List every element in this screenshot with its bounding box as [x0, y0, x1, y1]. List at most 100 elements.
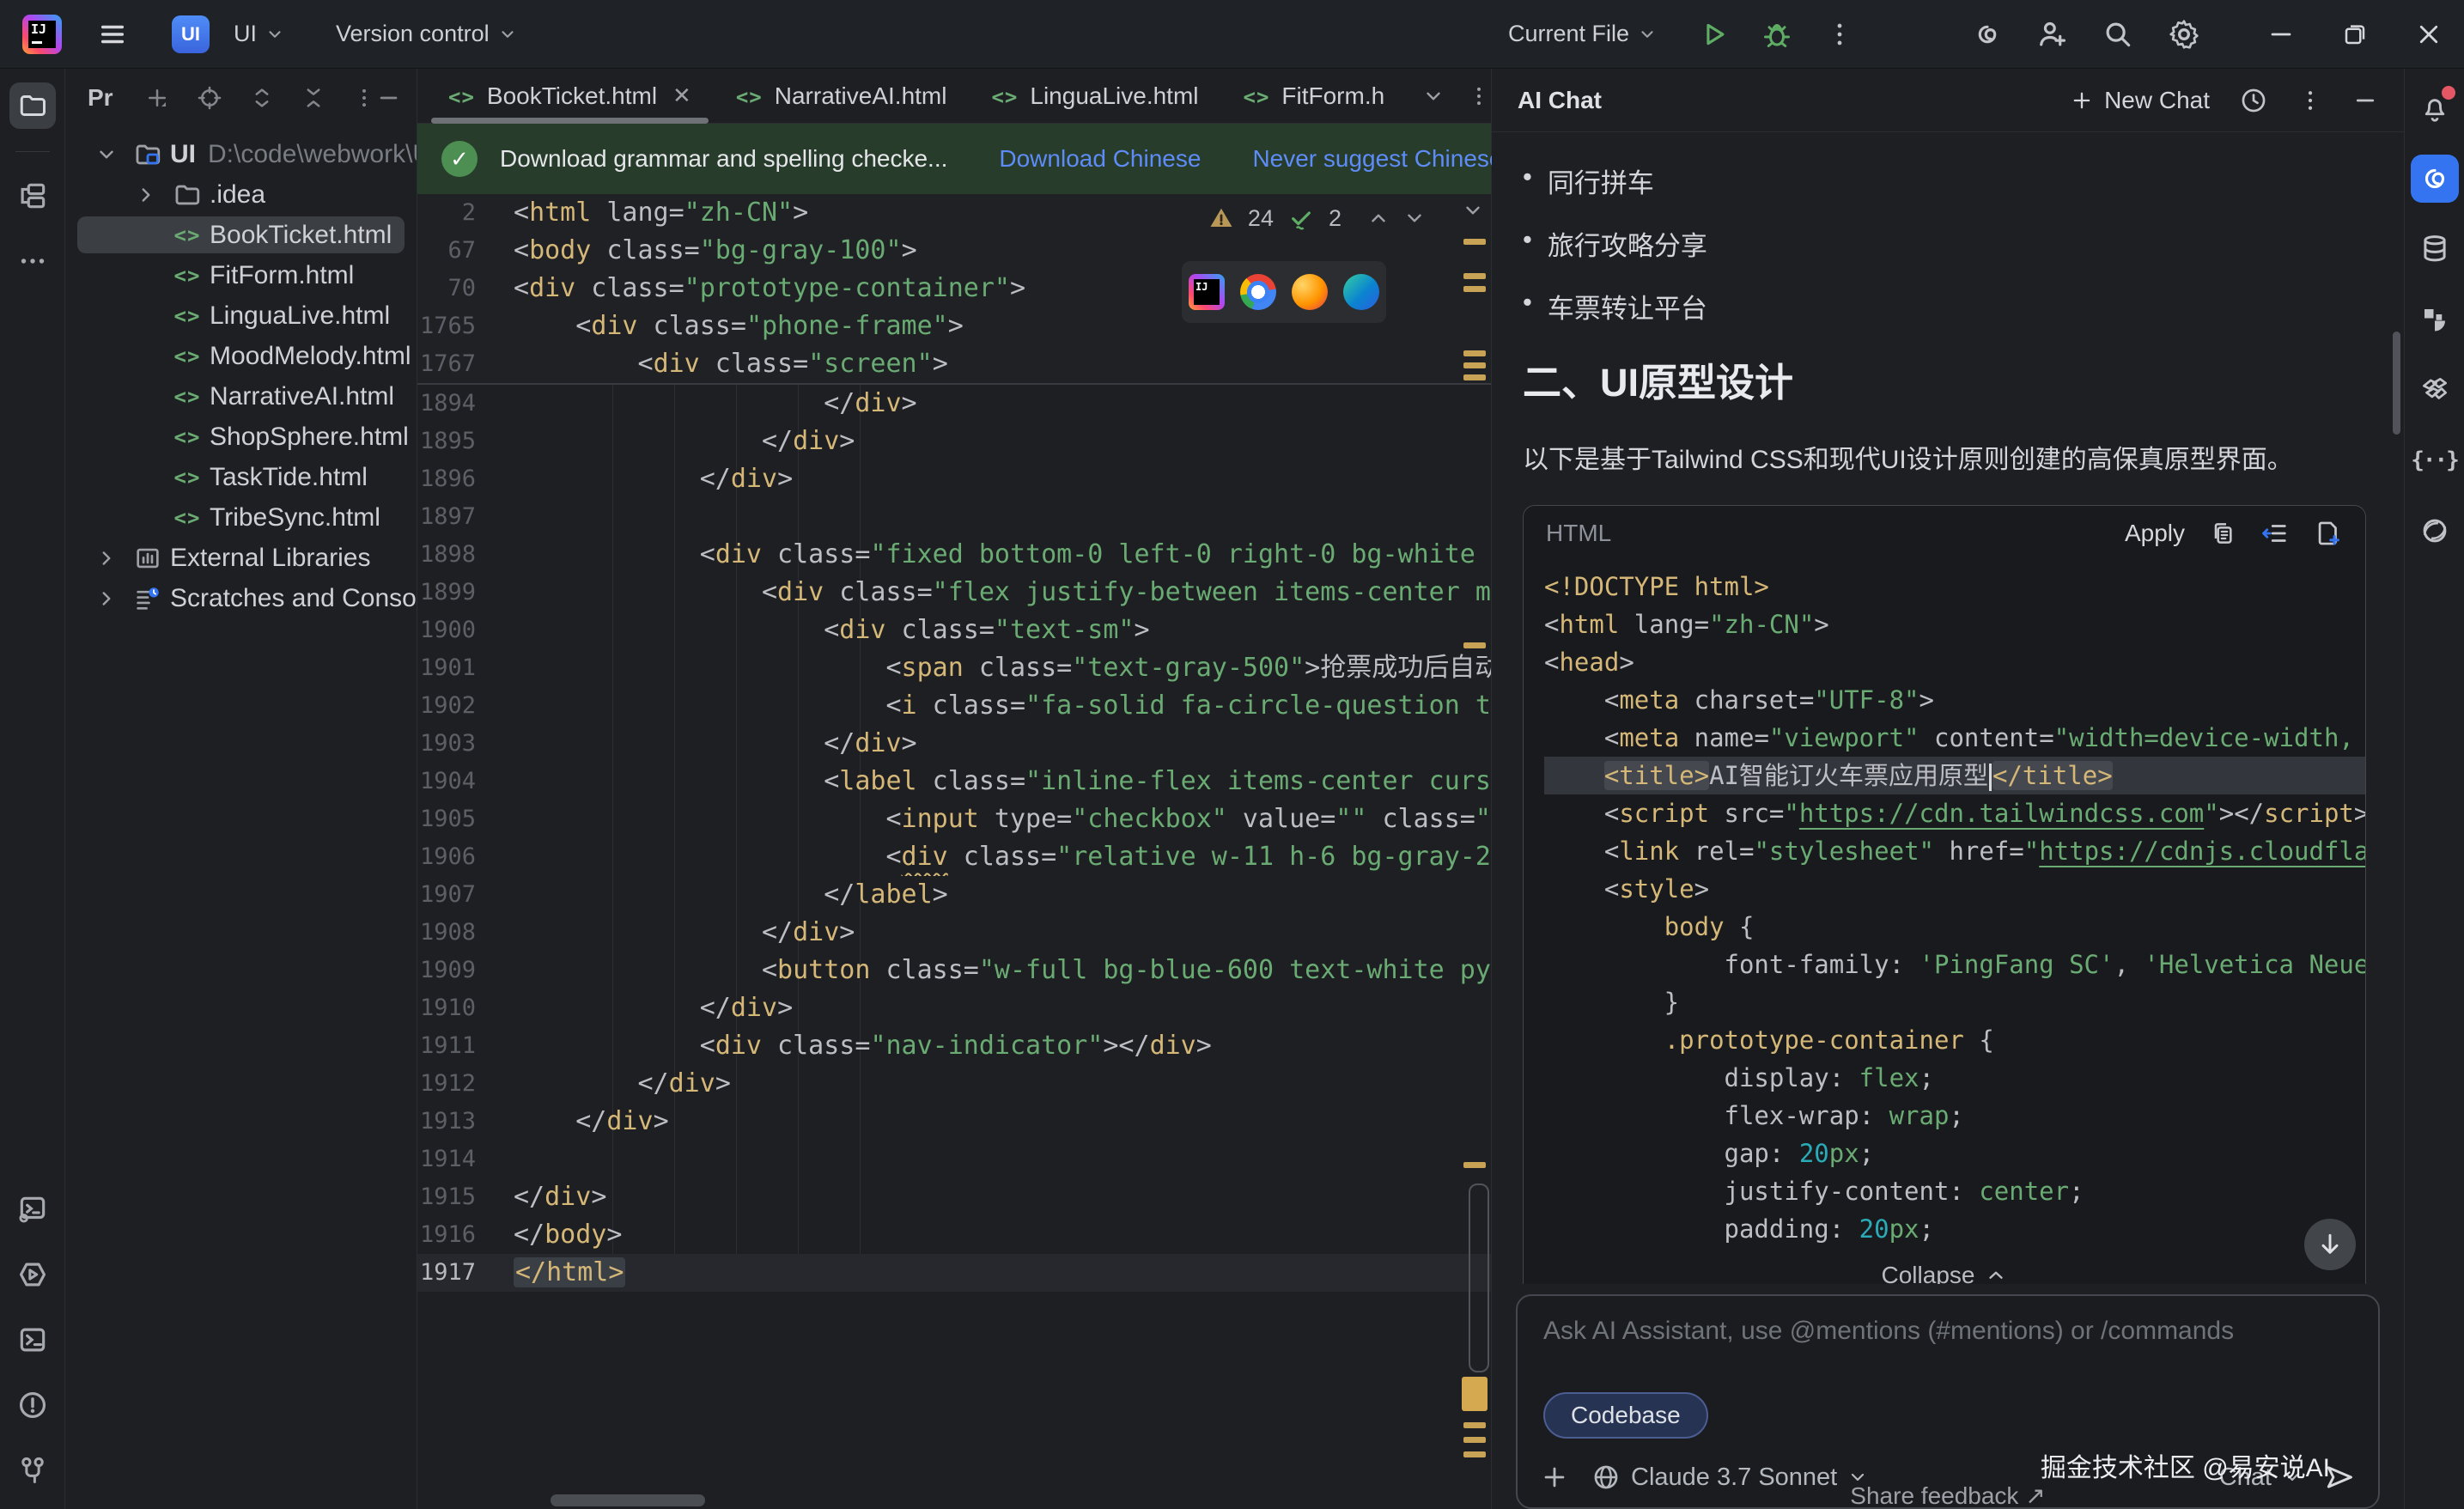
code-line[interactable]: 1900 <div class="text-sm"> [417, 612, 1491, 649]
line-number[interactable]: 1912 [417, 1065, 514, 1103]
line-number[interactable]: 1906 [417, 838, 514, 876]
line-number[interactable]: 1905 [417, 800, 514, 838]
tree-item-bookticket-html[interactable]: <>BookTicket.html [65, 215, 417, 255]
editor-tab-narrativeai-html[interactable]: <>NarrativeAI.html [714, 69, 970, 123]
line-number[interactable]: 1903 [417, 725, 514, 763]
code-line[interactable]: flex-wrap: wrap; [1544, 1097, 2365, 1135]
code-line[interactable]: 1909 <button class="w-full bg-blue-600 t… [417, 952, 1491, 989]
open-in-firefox-icon[interactable] [1292, 274, 1328, 310]
line-number[interactable]: 1767 [417, 345, 514, 383]
code-line[interactable]: 1910 </div> [417, 989, 1491, 1027]
code-line[interactable]: 1908 </div> [417, 914, 1491, 952]
code-line[interactable]: 1911 <div class="nav-indicator"></div> [417, 1027, 1491, 1065]
code-line[interactable]: <!DOCTYPE html> [1544, 568, 2365, 605]
code-line[interactable]: 1917</html> [417, 1254, 1491, 1292]
editor-tab-fitform-h[interactable]: <>FitForm.h [1221, 69, 1408, 123]
code-line[interactable]: 1899 <div class="flex justify-between it… [417, 574, 1491, 612]
line-number[interactable]: 1899 [417, 574, 514, 612]
code-editor[interactable]: 2<html lang="zh-CN">67<body class="bg-gr… [417, 194, 1491, 1509]
prev-problem-icon[interactable] [1367, 207, 1390, 229]
line-number[interactable]: 1896 [417, 460, 514, 498]
open-in-chrome-icon[interactable] [1240, 274, 1276, 310]
line-number[interactable]: 1907 [417, 876, 514, 914]
plugin-b-toolwindow-button[interactable] [2411, 366, 2459, 414]
project-toolwindow-button[interactable] [9, 82, 56, 129]
line-number[interactable]: 1895 [417, 423, 514, 460]
main-menu-button[interactable] [88, 11, 137, 58]
code-line[interactable]: 1896 </div> [417, 460, 1491, 498]
line-number[interactable]: 1911 [417, 1027, 514, 1065]
line-number[interactable]: 1901 [417, 649, 514, 687]
code-line[interactable]: 1902 <i class="fa-solid fa-circle-questi… [417, 687, 1491, 725]
open-in-edge-icon[interactable] [1343, 274, 1379, 310]
plugin-c-toolwindow-button[interactable]: {··} [2411, 436, 2459, 484]
code-line[interactable]: body { [1544, 908, 2365, 946]
ai-assistant-titlebar-icon[interactable] [1971, 18, 2004, 51]
tree-item-scratches-and-consoles[interactable]: Scratches and Consoles [65, 578, 417, 618]
code-line[interactable]: 1904 <label class="inline-flex items-cen… [417, 763, 1491, 800]
next-problem-icon[interactable] [1403, 207, 1426, 229]
share-feedback-link[interactable]: Share feedback ↗ [1492, 1482, 2404, 1509]
tree-item-narrativeai-html[interactable]: <>NarrativeAI.html [65, 376, 417, 417]
tab-options-kebab-icon[interactable] [1467, 84, 1491, 108]
code-line[interactable]: <style> [1544, 870, 2365, 908]
vcs-widget[interactable]: Version control [325, 12, 527, 56]
code-line[interactable]: 1897 [417, 498, 1491, 536]
code-line[interactable]: 1767 <div class="screen"> [417, 345, 1491, 383]
tree-item-tribesync-html[interactable]: <>TribeSync.html [65, 497, 417, 538]
hide-panel-icon[interactable] [376, 85, 401, 111]
line-number[interactable]: 1914 [417, 1141, 514, 1178]
open-in-intellij-icon[interactable] [1189, 274, 1225, 310]
code-line[interactable]: <head> [1544, 643, 2365, 681]
run-button[interactable] [1700, 20, 1729, 49]
debug-button[interactable] [1761, 19, 1792, 50]
run-configuration-selector[interactable]: Current File [1498, 12, 1667, 56]
close-tab-icon[interactable]: ✕ [672, 82, 691, 109]
stripe-collapse-icon[interactable] [1462, 199, 1484, 222]
line-number[interactable]: 1917 [417, 1254, 514, 1292]
ai-chat-toolwindow-button[interactable] [2411, 155, 2459, 203]
chat-scrollbar[interactable] [2393, 332, 2400, 435]
more-toolwindows-button[interactable] [9, 238, 56, 284]
code-line[interactable]: padding: 20px; [1544, 1210, 2365, 1248]
code-line[interactable]: <title>AI智能订火车票应用原型</title> [1544, 757, 2365, 794]
code-line[interactable]: justify-content: center; [1544, 1172, 2365, 1210]
close-button[interactable] [2416, 21, 2442, 47]
project-selector[interactable]: UI [223, 12, 295, 56]
problems-toolwindow-button[interactable] [9, 1382, 56, 1428]
project-avatar[interactable]: UI [172, 15, 210, 53]
code-line[interactable]: <meta name="viewport" content="width=dev… [1544, 719, 2365, 757]
code-line[interactable]: 1894 </div> [417, 385, 1491, 423]
code-line[interactable]: 1903 </div> [417, 725, 1491, 763]
tree-item-ui[interactable]: UID:\code\webwork\UI [65, 134, 417, 174]
code-line[interactable]: 1907 </label> [417, 876, 1491, 914]
never-suggest-chinese-link[interactable]: Never suggest Chinese [1252, 145, 1502, 173]
add-icon[interactable] [144, 85, 170, 111]
notifications-button[interactable] [2411, 84, 2459, 132]
copy-code-icon[interactable] [2209, 520, 2236, 547]
locate-file-icon[interactable] [196, 84, 223, 112]
line-number[interactable]: 1913 [417, 1103, 514, 1141]
code-line[interactable]: font-family: 'PingFang SC', 'Helvetica N… [1544, 946, 2365, 983]
editor-tab-bookticket-html[interactable]: <>BookTicket.html✕ [426, 69, 714, 123]
tree-item-external-libraries[interactable]: External Libraries [65, 538, 417, 578]
terminal-toolwindow-button[interactable] [9, 1317, 56, 1363]
code-line[interactable]: 1916</body> [417, 1216, 1491, 1254]
settings-gear-icon[interactable] [2167, 17, 2201, 52]
code-line[interactable]: 1901 <span class="text-gray-500">抢票成功后自动… [417, 649, 1491, 687]
code-line[interactable]: 1895 </div> [417, 423, 1491, 460]
code-line[interactable]: 1914 [417, 1141, 1491, 1178]
vcs-toolwindow-button[interactable] [9, 1447, 56, 1494]
line-number[interactable]: 67 [417, 232, 514, 270]
add-user-icon[interactable] [2036, 18, 2069, 51]
line-number[interactable]: 2 [417, 194, 514, 232]
line-number[interactable]: 1765 [417, 307, 514, 345]
insert-at-caret-icon[interactable] [2260, 519, 2290, 548]
line-number[interactable]: 1915 [417, 1178, 514, 1216]
new-chat-button[interactable]: New Chat [2070, 87, 2210, 114]
expand-all-icon[interactable] [249, 85, 275, 111]
chevron-down-icon[interactable] [88, 143, 125, 166]
codebase-context-chip[interactable]: Codebase [1543, 1392, 1708, 1439]
tree-item--idea[interactable]: .idea [65, 174, 417, 215]
collapse-code-button[interactable]: Collapse [1524, 1251, 2365, 1284]
